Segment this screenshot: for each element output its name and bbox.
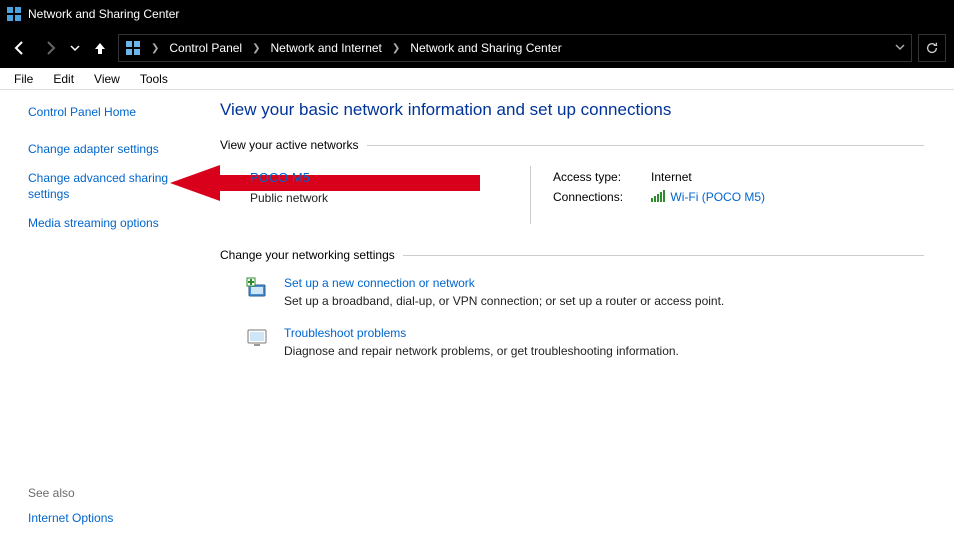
change-settings-label: Change your networking settings xyxy=(220,248,395,262)
forward-button[interactable] xyxy=(38,36,62,60)
action-desc: Set up a broadband, dial-up, or VPN conn… xyxy=(284,294,724,308)
sidebar-home[interactable]: Control Panel Home xyxy=(28,104,198,121)
troubleshoot-icon xyxy=(246,326,270,350)
sidebar-change-adapter[interactable]: Change adapter settings xyxy=(28,141,198,158)
sidebar-change-advanced-sharing[interactable]: Change advanced sharing settings xyxy=(28,170,198,204)
breadcrumb-item[interactable]: Network and Sharing Center xyxy=(410,41,561,55)
connections-label: Connections: xyxy=(553,188,629,207)
active-networks-header: View your active networks xyxy=(220,138,924,152)
address-dropdown[interactable] xyxy=(895,41,905,55)
up-button[interactable] xyxy=(88,36,112,60)
sidebar: Control Panel Home Change adapter settin… xyxy=(0,90,210,551)
access-type-value: Internet xyxy=(631,168,771,186)
action-title[interactable]: Set up a new connection or network xyxy=(284,276,724,290)
address-bar[interactable]: ❯ Control Panel ❯ Network and Internet ❯… xyxy=(118,34,912,62)
refresh-button[interactable] xyxy=(918,34,946,62)
control-panel-icon xyxy=(125,40,141,56)
action-troubleshoot: Troubleshoot problems Diagnose and repai… xyxy=(246,326,924,358)
breadcrumb-item[interactable]: Network and Internet xyxy=(271,41,382,55)
see-also-label: See also xyxy=(28,486,198,500)
menu-edit[interactable]: Edit xyxy=(43,70,84,88)
recent-dropdown[interactable] xyxy=(68,36,82,60)
menu-view[interactable]: View xyxy=(84,70,130,88)
wifi-signal-icon xyxy=(651,190,665,205)
setup-connection-icon xyxy=(246,276,270,300)
menu-bar: File Edit View Tools xyxy=(0,68,954,90)
content-area: Control Panel Home Change adapter settin… xyxy=(0,90,954,551)
access-type-label: Access type: xyxy=(553,168,629,186)
page-heading: View your basic network information and … xyxy=(220,100,924,120)
menu-file[interactable]: File xyxy=(4,70,43,88)
chevron-right-icon[interactable]: ❯ xyxy=(151,43,159,54)
app-icon xyxy=(6,6,22,22)
network-name: POCO M5 xyxy=(250,170,530,185)
back-button[interactable] xyxy=(8,36,32,60)
chevron-right-icon[interactable]: ❯ xyxy=(252,43,260,54)
sidebar-media-streaming[interactable]: Media streaming options xyxy=(28,215,198,232)
active-network-block: POCO M5 Public network Access type: Inte… xyxy=(220,166,924,224)
action-setup-connection: Set up a new connection or network Set u… xyxy=(246,276,924,308)
connection-link[interactable]: Wi-Fi (POCO M5) xyxy=(670,190,765,204)
breadcrumb-item[interactable]: Control Panel xyxy=(169,41,242,55)
title-bar: Network and Sharing Center xyxy=(0,0,954,28)
menu-tools[interactable]: Tools xyxy=(130,70,178,88)
active-networks-label: View your active networks xyxy=(220,138,359,152)
window-title: Network and Sharing Center xyxy=(28,7,179,21)
action-desc: Diagnose and repair network problems, or… xyxy=(284,344,679,358)
divider xyxy=(530,166,531,224)
chevron-right-icon[interactable]: ❯ xyxy=(392,43,400,54)
main-panel: View your basic network information and … xyxy=(210,90,954,551)
sidebar-internet-options[interactable]: Internet Options xyxy=(28,510,198,527)
change-settings-header: Change your networking settings xyxy=(220,248,924,262)
network-type: Public network xyxy=(250,191,530,205)
nav-bar: ❯ Control Panel ❯ Network and Internet ❯… xyxy=(0,28,954,68)
action-title[interactable]: Troubleshoot problems xyxy=(284,326,679,340)
